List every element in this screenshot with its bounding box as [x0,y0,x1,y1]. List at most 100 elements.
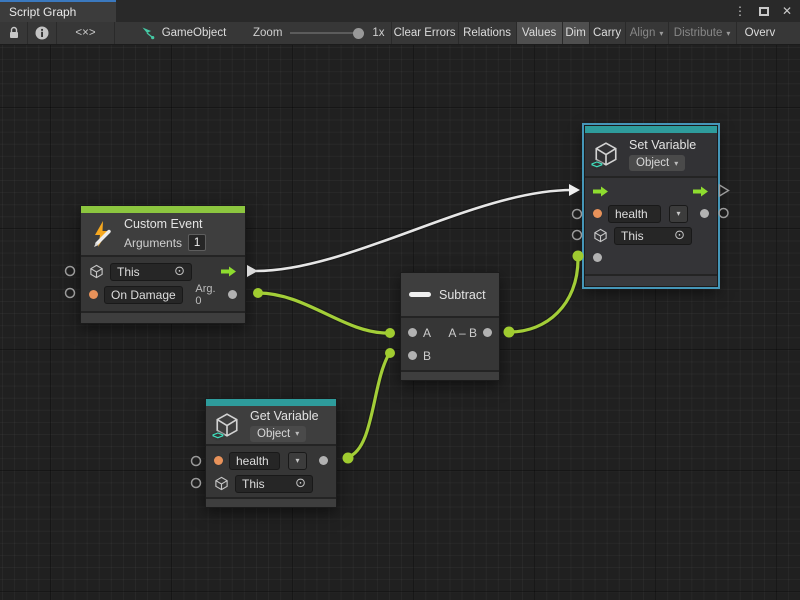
external-port-circle[interactable] [573,231,582,240]
flow-output-port[interactable] [221,266,237,277]
flow-output-triangle-unconnected[interactable] [720,185,729,196]
variable-dropdown-button[interactable]: ▾ [669,205,688,223]
node-subtract[interactable]: Subtract A A – B B [400,272,500,381]
wire-arg0-to-subtract-a[interactable] [258,293,387,333]
wire-subtract-to-setvariable[interactable] [510,259,578,332]
external-port-circle[interactable] [192,457,201,466]
event-name-field[interactable]: On Damage [104,286,183,304]
zoom-control: Zoom 1x [247,22,392,44]
lock-button[interactable] [0,22,28,44]
subtract-icon [409,292,431,297]
variable-scope-dropdown[interactable]: Object ▾ [629,155,685,171]
wire-flow-customevent-setvariable[interactable] [256,190,572,271]
distribute-dropdown[interactable]: Distribute ▾ [669,22,737,44]
external-port-circle[interactable] [192,479,201,488]
event-input-port[interactable] [89,290,98,299]
node-title: Set Variable [629,138,696,152]
zoom-value: 1x [372,27,384,39]
node-get-variable[interactable]: <> Get Variable Object ▾ health [205,398,337,508]
wire-endpoint [253,288,263,298]
arg0-output-port[interactable] [228,290,237,299]
overview-button[interactable]: Overv [737,22,800,44]
chevron-down-icon: ▾ [295,429,299,438]
relations-button[interactable]: Relations [459,22,517,44]
name-input-port[interactable] [593,209,602,218]
variable-scope-dropdown[interactable]: Object ▾ [250,426,306,442]
value-input-port[interactable] [593,253,602,262]
target-picker-icon[interactable]: ⊙ [295,477,306,490]
zoom-slider-handle[interactable] [353,28,364,39]
input-a-label: A [423,326,431,340]
node-custom-event[interactable]: Custom Event Arguments 1 This ⊙ [80,205,246,324]
code-button[interactable]: <×> [57,22,115,44]
maximize-icon[interactable] [759,7,769,16]
menu-dots-icon[interactable]: ⋮ [734,5,746,17]
arguments-count-input[interactable]: 1 [188,234,206,251]
input-b-label: B [423,349,431,363]
arg0-label: Arg. 0 [195,283,222,307]
input-a-port[interactable] [408,328,417,337]
target-picker-icon[interactable]: ⊙ [674,229,685,242]
target-field[interactable]: This ⊙ [614,227,692,245]
title-bar: Script Graph ⋮ ✕ [0,0,800,22]
output-port[interactable] [483,328,492,337]
chevron-down-icon: ▾ [726,29,730,38]
wire-endpoint [343,453,354,464]
window-controls: ⋮ ✕ [734,0,800,22]
set-variable-body: health ▾ This ⊙ [585,178,717,274]
subtract-header[interactable]: Subtract [401,273,499,318]
target-picker-icon[interactable]: ⊙ [174,265,185,278]
graph-canvas[interactable]: Custom Event Arguments 1 This ⊙ [0,45,800,600]
wire-getvariable-to-subtract-b[interactable] [348,354,389,457]
tab-script-graph[interactable]: Script Graph [0,0,116,22]
close-icon[interactable]: ✕ [782,5,792,17]
align-dropdown[interactable]: Align ▾ [626,22,669,44]
flow-input-port[interactable] [593,186,609,197]
node-title: Subtract [439,288,486,302]
variable-dropdown-button[interactable]: ▾ [288,452,307,470]
clear-errors-button[interactable]: Clear Errors [392,22,459,44]
subtract-body: A A – B B [401,318,499,370]
variable-accent-bar [206,399,336,406]
value-output-port[interactable] [319,456,328,465]
variable-cube-icon: <> [593,141,621,168]
info-button[interactable] [28,22,57,44]
custom-event-footer [81,311,245,323]
custom-event-header[interactable]: Custom Event Arguments 1 [81,213,245,257]
carry-toggle[interactable]: Carry [590,22,626,44]
set-variable-header[interactable]: <> Set Variable Object ▾ [585,133,717,178]
cube-icon [593,228,608,243]
external-port-circle[interactable] [573,210,582,219]
name-input-port[interactable] [214,456,223,465]
external-port-circle[interactable] [66,289,75,298]
flow-input-triangle-setvariable[interactable] [569,184,580,196]
target-field[interactable]: This ⊙ [110,263,192,281]
flow-output-triangle-customevent[interactable] [247,265,258,277]
values-toggle[interactable]: Values [517,22,563,44]
variable-name-row: health ▾ [585,203,717,224]
zoom-slider[interactable] [290,27,364,39]
chevron-down-icon: ▾ [674,159,678,168]
zoom-label: Zoom [253,27,282,39]
variable-name-field[interactable]: health [608,205,661,223]
gameobject-reference[interactable]: GameObject [115,22,247,44]
external-port-circle[interactable] [66,267,75,276]
dim-toggle[interactable]: Dim [563,22,590,44]
code-chevrons-icon: <> [591,159,602,171]
variable-name-row: health ▾ [206,450,336,471]
value-output-port[interactable] [700,209,709,218]
set-variable-footer [585,274,717,286]
wire-endpoint [504,327,515,338]
node-set-variable[interactable]: <> Set Variable Object ▾ [584,125,718,287]
output-label: A – B [448,326,477,340]
event-accent-bar [81,206,245,213]
variable-cube-icon: <> [214,412,242,439]
target-field[interactable]: This ⊙ [235,475,313,493]
input-b-port[interactable] [408,351,417,360]
variable-name-field[interactable]: health [229,452,280,470]
external-port-circle[interactable] [719,209,728,218]
flow-output-port[interactable] [693,186,709,197]
target-port-row: This ⊙ [585,225,717,246]
get-variable-header[interactable]: <> Get Variable Object ▾ [206,406,336,446]
node-title: Custom Event [124,217,206,231]
